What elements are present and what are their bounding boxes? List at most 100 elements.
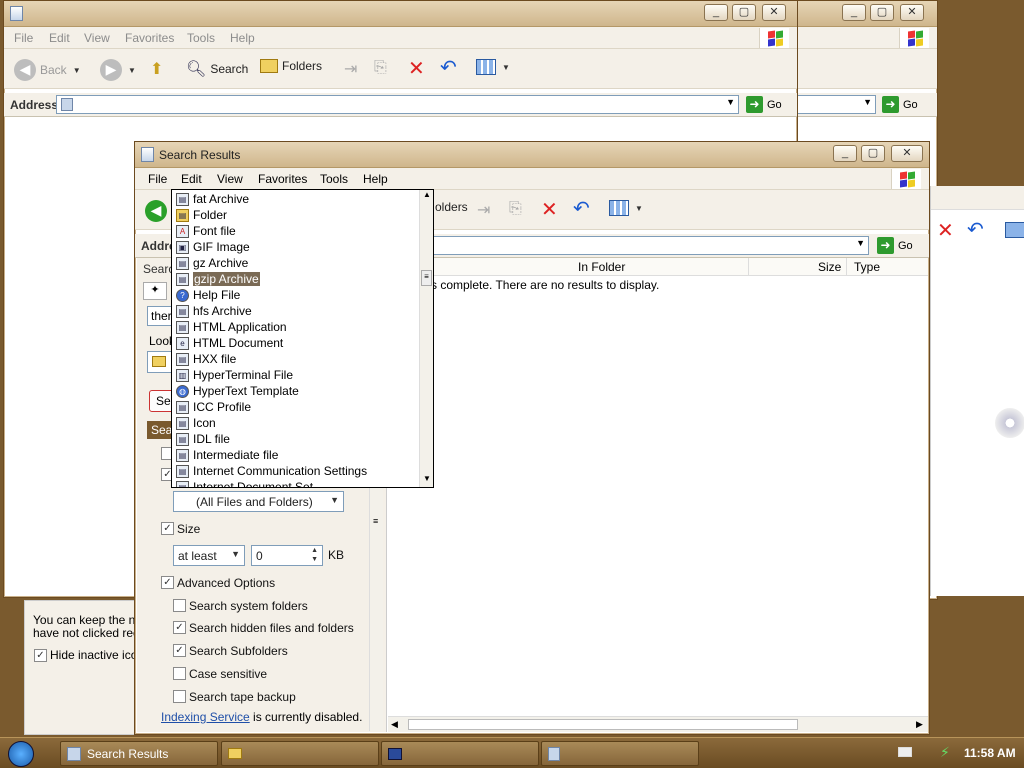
search-hidden-files-checkbox[interactable]: ✓ (173, 621, 186, 634)
taskbar-button-search-results[interactable]: Search Results (60, 741, 218, 766)
delete-button[interactable]: ✕ (408, 56, 425, 81)
move-to-button[interactable]: ⇥ (344, 59, 357, 79)
scroll-down-icon[interactable]: ▼ (423, 474, 431, 483)
dropdown-item[interactable]: ▥ HyperTerminal File (176, 367, 293, 383)
menu-favorites[interactable]: Favorites (125, 31, 174, 45)
search-subfolders-checkbox[interactable]: ✓ (173, 644, 186, 657)
results-hscrollbar[interactable]: ◀ ▶ (388, 716, 928, 732)
dropdown-item[interactable]: ▤ Intermediate file (176, 447, 278, 463)
scroll-right-icon[interactable]: ▶ (916, 719, 923, 730)
menu-edit[interactable]: Edit (181, 172, 202, 186)
dropdown-item[interactable]: ▣ GIF Image (176, 239, 250, 255)
menu-tools[interactable]: Tools (187, 31, 215, 45)
minimize-button[interactable]: _ (833, 145, 857, 162)
address-input[interactable]: ▼ (796, 95, 876, 114)
network-tray-icon[interactable]: ⚡ (940, 744, 950, 761)
dropdown-item[interactable]: ▤ IDL file (176, 431, 230, 447)
taskbar-button-folder[interactable] (221, 741, 379, 766)
undo-button[interactable]: ↶ (573, 196, 590, 221)
taskbar-button-recycle[interactable] (541, 741, 699, 766)
delete-button[interactable]: ✕ (541, 197, 558, 222)
chevron-down-icon[interactable]: ▼ (856, 238, 865, 248)
dropdown-item[interactable]: ▤ Internet Communication Settings (176, 463, 367, 479)
dropdown-item[interactable]: ▤ Icon (176, 415, 216, 431)
dropdown-item[interactable]: ▤ gzip Archive (176, 271, 260, 287)
keyboard-tray-icon[interactable] (898, 747, 912, 757)
search-tape-backup-checkbox[interactable] (173, 690, 186, 703)
scroll-thumb[interactable]: ≡ (421, 270, 432, 286)
dropdown-item[interactable]: ? Help File (176, 287, 240, 303)
menu-help[interactable]: Help (363, 172, 388, 186)
dropdown-item[interactable]: ▤ HXX file (176, 351, 236, 367)
chevron-down-icon[interactable]: ▼ (73, 66, 81, 75)
menu-view[interactable]: View (84, 31, 110, 45)
menu-tools[interactable]: Tools (320, 172, 348, 186)
file-type-combo[interactable]: (All Files and Folders) ▼ (173, 491, 344, 512)
close-button[interactable]: ✕ (900, 4, 924, 21)
go-button[interactable]: ➜ Go (746, 96, 782, 113)
dropdown-item[interactable]: ▤ ICC Profile (176, 399, 251, 415)
menu-file[interactable]: File (14, 31, 33, 45)
address-input[interactable]: ▼ (375, 236, 869, 255)
close-button[interactable]: ✕ (891, 145, 923, 162)
folders-button[interactable]: Folders (260, 59, 322, 73)
maximize-button[interactable]: ▢ (861, 145, 885, 162)
dropdown-item[interactable]: ▤ Folder (176, 207, 227, 223)
search-system-folders-checkbox[interactable] (173, 599, 186, 612)
minimize-button[interactable]: _ (842, 4, 866, 21)
taskbar-button-properties[interactable] (381, 741, 539, 766)
views-button[interactable]: ▼ (476, 59, 510, 75)
dropdown-item[interactable]: A Font file (176, 223, 236, 239)
folders-button[interactable]: olders (435, 200, 468, 214)
minimize-button[interactable]: _ (704, 4, 728, 21)
scroll-thumb[interactable] (408, 719, 798, 730)
go-button[interactable]: ➜ Go (882, 96, 918, 113)
dropdown-item[interactable]: ◍ HyperText Template (176, 383, 299, 399)
advanced-options-checkbox[interactable]: ✓ (161, 576, 174, 589)
up-folder-button[interactable]: ⬆ (150, 59, 163, 79)
column-type[interactable]: Type (854, 260, 880, 274)
dropdown-scrollbar[interactable]: ▲ ≡ ▼ (419, 190, 433, 487)
dropdown-item[interactable]: ▤ gz Archive (176, 255, 248, 271)
views-button[interactable]: ▼ (609, 200, 643, 216)
address-input[interactable]: ▼ (56, 95, 739, 114)
indexing-service-link[interactable]: Indexing Service (161, 710, 250, 724)
scroll-up-icon[interactable]: ▲ (423, 190, 431, 199)
size-checkbox[interactable]: ✓ (161, 522, 174, 535)
dropdown-item[interactable]: ▤ HTML Application (176, 319, 287, 335)
stepper-arrows-icon[interactable]: ▲ ▼ (311, 546, 318, 564)
size-value-stepper[interactable]: 0 ▲ ▼ (251, 545, 323, 566)
menu-view[interactable]: View (217, 172, 243, 186)
forward-button[interactable]: ▶ ▼ (100, 59, 136, 81)
menu-help[interactable]: Help (230, 31, 255, 45)
back-button[interactable]: ◀ Back ▼ (14, 59, 81, 81)
dropdown-item[interactable]: e HTML Document (176, 335, 283, 351)
go-button[interactable]: ➜ Go (877, 237, 913, 254)
case-sensitive-checkbox[interactable] (173, 667, 186, 680)
dropdown-item[interactable]: ▤ hfs Archive (176, 303, 252, 319)
dropdown-item[interactable]: ▤ fat Archive (176, 191, 249, 207)
hide-inactive-checkbox[interactable]: ✓ (34, 649, 47, 662)
search-icon: 🔍︎ (186, 61, 207, 78)
close-button[interactable]: ✕ (762, 4, 786, 21)
chevron-down-icon[interactable]: ▼ (128, 66, 136, 75)
file-type-dropdown[interactable]: ▤ fat Archive ▤ Folder A Font file ▣ GIF Image ▤… (171, 189, 434, 488)
back-button[interactable]: ◀ (145, 200, 167, 222)
size-mode-select[interactable]: at least ▼ (173, 545, 245, 566)
start-button[interactable] (8, 741, 34, 767)
copy-to-button[interactable]: ⎘ (374, 59, 387, 77)
menu-favorites[interactable]: Favorites (258, 172, 307, 186)
copy-to-button[interactable]: ⎘ (509, 200, 522, 218)
maximize-button[interactable]: ▢ (732, 4, 756, 21)
search-button[interactable]: 🔍︎ Search (186, 59, 248, 79)
scroll-left-icon[interactable]: ◀ (391, 719, 398, 730)
menu-edit[interactable]: Edit (49, 31, 70, 45)
move-to-button[interactable]: ⇥ (477, 200, 490, 220)
maximize-button[interactable]: ▢ (870, 4, 894, 21)
column-in-folder[interactable]: In Folder (578, 260, 625, 274)
undo-button[interactable]: ↶ (440, 55, 457, 80)
menu-file[interactable]: File (148, 172, 167, 186)
chevron-down-icon[interactable]: ▼ (726, 97, 735, 107)
dropdown-item[interactable]: ▤ Internet Document Set (176, 479, 313, 487)
column-size[interactable]: Size (818, 260, 841, 274)
